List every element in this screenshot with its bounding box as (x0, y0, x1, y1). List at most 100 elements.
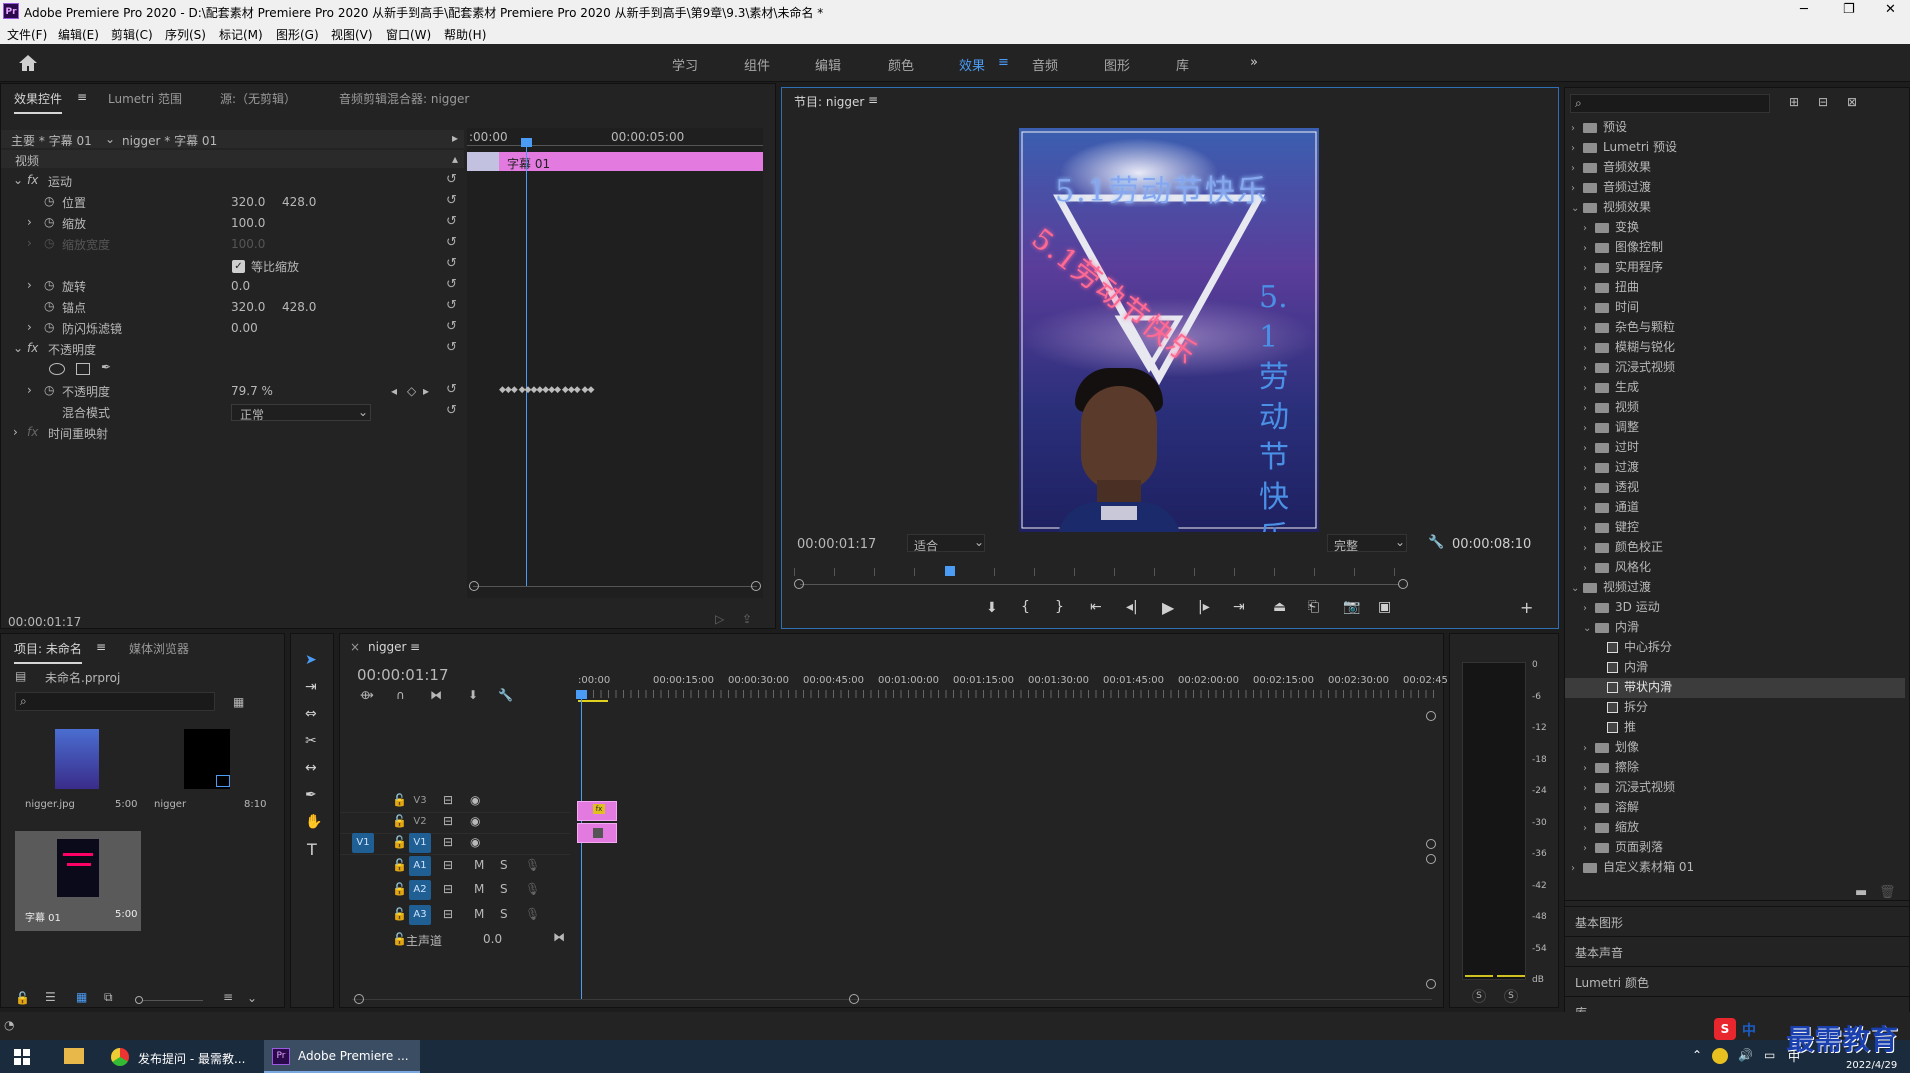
zoom-handle-right[interactable] (1398, 579, 1408, 589)
v-scroll-handle[interactable] (1426, 979, 1436, 989)
go-to-out-icon[interactable]: ⇥ (1233, 599, 1245, 615)
effect-controls-timecode[interactable]: 00:00:01:17 (8, 615, 81, 629)
tab-source[interactable]: 源:（无剪辑） (220, 90, 296, 107)
play-icon[interactable]: ▶ (1162, 598, 1174, 617)
menu-view[interactable]: 视图(V) (331, 26, 373, 43)
lock-icon[interactable]: 🔓 (392, 907, 407, 921)
chevron-down-icon[interactable]: ⌄ (247, 991, 257, 1005)
anchor-y-value[interactable]: 428.0 (282, 300, 316, 314)
step-back-icon[interactable]: ◂| (1126, 599, 1138, 615)
workspace-learn[interactable]: 学习 (672, 55, 698, 74)
menu-window[interactable]: 窗口(W) (386, 26, 431, 43)
lock-icon[interactable]: 🔓 (392, 858, 407, 872)
workspace-assembly[interactable]: 组件 (744, 55, 770, 74)
delete-icon[interactable]: 🗑 (1879, 885, 1896, 900)
microphone-icon[interactable]: 🎙 (525, 907, 540, 921)
effect-folder[interactable]: › 调整 (1565, 418, 1905, 438)
tab-lumetri-scopes[interactable]: Lumetri 范围 (108, 90, 182, 107)
menu-clip[interactable]: 剪辑(C) (111, 26, 153, 43)
windows-start-icon[interactable] (14, 1049, 30, 1065)
new-search-bin-icon[interactable]: ▦ (233, 695, 244, 709)
lock-icon[interactable]: 🔓 (392, 882, 407, 896)
blend-mode-dropdown[interactable]: 正常 ⌄ (231, 404, 371, 422)
lock-icon[interactable]: 🔓 (392, 793, 407, 807)
list-view-icon[interactable]: ☰ (45, 990, 56, 1004)
taskbar-premiere-button[interactable]: Pr Adobe Premiere ... (264, 1040, 420, 1073)
chevron-right-icon[interactable]: › (27, 383, 32, 397)
sync-lock-icon[interactable]: ⊟ (443, 907, 453, 921)
comparison-view-icon[interactable]: ▣ (1378, 599, 1391, 615)
position-x-value[interactable]: 320.0 (231, 195, 265, 209)
menu-marker[interactable]: 标记(M) (219, 26, 263, 43)
program-timecode[interactable]: 00:00:01:17 (797, 537, 876, 552)
menu-help[interactable]: 帮助(H) (444, 26, 486, 43)
effect-folder[interactable]: › Lumetri 预设 (1565, 138, 1905, 158)
lock-icon[interactable]: 🔓 (392, 835, 407, 849)
opacity-value[interactable]: 79.7 % (231, 384, 273, 398)
workspace-libraries[interactable]: 库 (1176, 55, 1189, 74)
video-frame[interactable]: 5.1劳动节快乐 5.1劳动节快乐 5.1劳动节快乐 (1019, 128, 1319, 532)
menu-file[interactable]: 文件(F) (7, 26, 47, 43)
stopwatch-icon[interactable]: ◷ (44, 278, 54, 292)
lift-icon[interactable]: ⏏ (1273, 599, 1286, 615)
sync-lock-icon[interactable]: ⊟ (443, 814, 453, 828)
uniform-scale-checkbox[interactable]: ✓ (232, 260, 245, 273)
menu-graphics[interactable]: 图形(G) (276, 26, 319, 43)
workspace-menu-icon[interactable]: ≡ (998, 55, 1009, 70)
lock-icon[interactable]: 🔓 (15, 991, 30, 1005)
project-item[interactable]: nigger.jpg 5:00 (15, 725, 141, 823)
extract-icon[interactable]: ⎗ (1308, 599, 1319, 615)
settings-wrench-icon[interactable]: 🔧 (498, 688, 513, 702)
selection-tool-icon[interactable]: ➤ (305, 652, 317, 668)
effect-item[interactable]: 推 (1565, 718, 1905, 738)
go-to-in-icon[interactable]: ⇤ (1090, 599, 1102, 615)
export-icon[interactable]: ⇪ (742, 612, 752, 626)
stopwatch-icon[interactable]: ◷ (44, 194, 54, 208)
freeform-view-icon[interactable]: ⧉ (104, 990, 113, 1005)
effect-folder[interactable]: › 缩放 (1565, 818, 1905, 838)
tab-project[interactable]: 项目: 未命名 (14, 640, 82, 664)
effects-search-input[interactable]: ⌕ (1570, 94, 1770, 113)
effect-folder[interactable]: › 图像控制 (1565, 238, 1905, 258)
sort-icon[interactable]: ≡ (223, 990, 233, 1004)
master-volume-value[interactable]: 0.0 (483, 932, 502, 946)
playhead-handle[interactable] (521, 138, 532, 147)
close-icon[interactable]: × (350, 640, 360, 654)
mute-button[interactable]: M (474, 907, 484, 921)
reset-icon[interactable]: ↺ (446, 235, 457, 250)
scale-value[interactable]: 100.0 (231, 216, 265, 230)
32bit-filter-icon[interactable]: ⊠ (1847, 95, 1857, 109)
mark-in-icon[interactable]: { (1021, 599, 1030, 615)
reset-icon[interactable]: ↺ (446, 256, 457, 271)
effect-folder[interactable]: › 音频效果 (1565, 158, 1905, 178)
snap-icon[interactable]: ∩ (396, 688, 405, 702)
effect-folder[interactable]: › 沉浸式视频 (1565, 358, 1905, 378)
effect-folder[interactable]: › 自定义素材箱 01 (1565, 858, 1905, 878)
zoom-handle-right[interactable] (751, 581, 761, 591)
linked-selection-icon[interactable]: ⧓ (430, 688, 442, 702)
h-scroll-handle[interactable] (849, 994, 859, 1004)
stopwatch-icon[interactable]: ◷ (44, 320, 54, 334)
solo-right-button[interactable]: S (1504, 989, 1518, 1003)
mute-button[interactable]: M (474, 858, 484, 872)
add-keyframe-icon[interactable]: ◇ (407, 384, 416, 398)
effect-folder[interactable]: ⌄ 视频效果 (1565, 198, 1905, 218)
icon-view-icon[interactable]: ▦ (76, 990, 87, 1004)
workspace-editing[interactable]: 编辑 (815, 55, 841, 74)
export-frame-icon[interactable]: 📷 (1343, 599, 1360, 615)
chevron-down-icon[interactable]: ⌄ (13, 173, 23, 187)
flicker-value[interactable]: 0.00 (231, 321, 258, 335)
track-label-v2[interactable]: V2 (409, 812, 431, 832)
home-icon[interactable] (18, 54, 38, 72)
effect-folder[interactable]: › 预设 (1565, 118, 1905, 138)
effect-folder[interactable]: › 过时 (1565, 438, 1905, 458)
mute-button[interactable]: M (474, 882, 484, 896)
effect-folder[interactable]: › 颜色校正 (1565, 538, 1905, 558)
effect-folder[interactable]: › 杂色与颗粒 (1565, 318, 1905, 338)
fx-icon[interactable]: fx (27, 341, 38, 355)
opacity-keyframes[interactable]: ◆◆◆ ◆◆◆◆◆◆◆ ◆◆◆ ◆◆ (499, 385, 594, 395)
track-label-v3[interactable]: V3 (409, 791, 431, 811)
chevron-right-icon[interactable]: › (27, 320, 32, 334)
section-essential-graphics[interactable]: 基本图形 (1565, 906, 1910, 934)
effect-folder[interactable]: › 通道 (1565, 498, 1905, 518)
